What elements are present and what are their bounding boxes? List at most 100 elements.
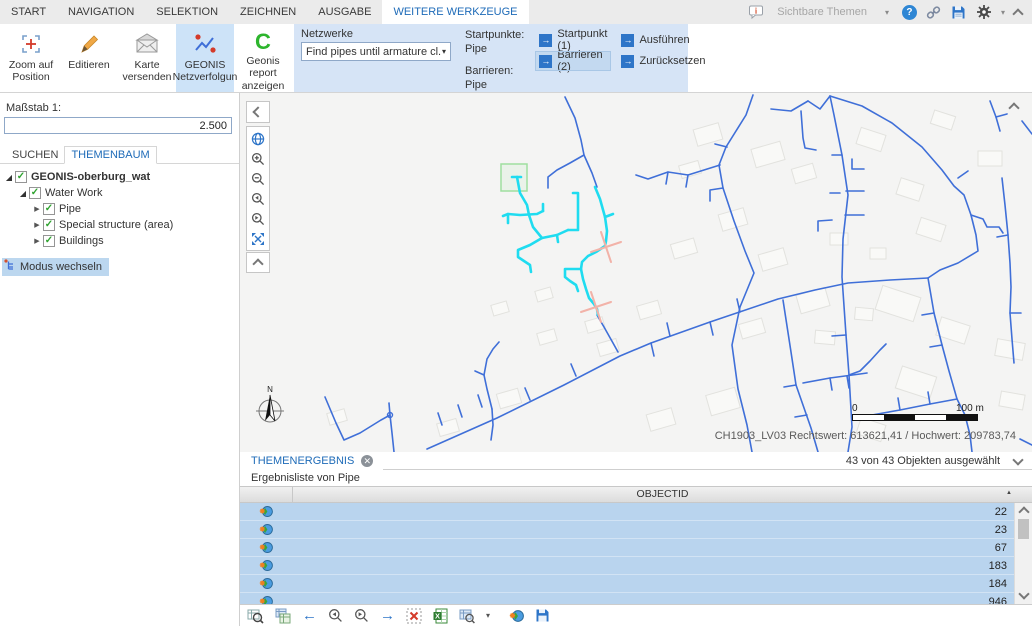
barrieren-value: Pipe xyxy=(465,78,524,92)
checkbox-checked-icon[interactable]: ✓ xyxy=(43,235,55,247)
flash-selection-icon[interactable] xyxy=(509,607,524,625)
checkbox-checked-icon[interactable]: ✓ xyxy=(43,203,55,215)
editieren-button[interactable]: Editieren xyxy=(60,24,118,92)
tree-item-water-work[interactable]: ◢ ✓ Water Work xyxy=(0,185,239,201)
expander-closed-icon[interactable]: ▶ xyxy=(32,221,42,229)
tab-selektion[interactable]: SELEKTION xyxy=(145,0,229,24)
zoom-next-icon[interactable] xyxy=(354,607,369,625)
table-row[interactable]: 67 xyxy=(240,539,1015,557)
table-search-dropdown-icon[interactable]: ▾ xyxy=(486,611,490,620)
expander-closed-icon[interactable]: ▶ xyxy=(32,237,42,245)
expander-open-icon[interactable]: ◢ xyxy=(18,189,28,198)
zoom-previous-icon[interactable] xyxy=(328,607,343,625)
collapse-ribbon-icon[interactable] xyxy=(1012,8,1023,19)
table-search-icon[interactable] xyxy=(459,607,475,625)
themenergebnis-panel: THEMENERGEBNIS ✕ 43 von 43 Objekten ausg… xyxy=(240,452,1032,604)
svg-text:N: N xyxy=(267,385,273,394)
previous-arrow-icon[interactable]: ← xyxy=(302,607,317,625)
zuruecksetzen-button[interactable]: → Zurücksetzen xyxy=(618,52,708,70)
mode-switch-icon xyxy=(4,259,16,274)
save-icon[interactable] xyxy=(951,4,967,20)
find-in-table-icon[interactable] xyxy=(247,607,264,625)
expand-panel-icon[interactable] xyxy=(1012,454,1023,465)
flash-globe-icon xyxy=(240,541,292,554)
scroll-down-icon[interactable] xyxy=(1018,588,1029,599)
tab-themenergebnis[interactable]: THEMENERGEBNIS ✕ xyxy=(240,452,383,470)
tab-navigation[interactable]: NAVIGATION xyxy=(57,0,145,24)
tab-weitere-werkzeuge[interactable]: WEITERE WERKZEUGE xyxy=(382,0,528,24)
scale-bar: 0 100 m xyxy=(852,403,1022,421)
help-icon[interactable]: ? xyxy=(902,5,917,20)
tab-zeichnen[interactable]: ZEICHNEN xyxy=(229,0,307,24)
objectid-value: 183 xyxy=(292,560,1015,572)
settings-dropdown-icon[interactable]: ▾ xyxy=(1001,8,1005,17)
collapse-sidebar-button[interactable] xyxy=(246,101,270,123)
scale-input[interactable] xyxy=(4,117,232,134)
karte-versenden-button[interactable]: Karte versenden xyxy=(118,24,176,92)
icon-column-header[interactable] xyxy=(240,487,293,502)
theme-sidebar: Maßstab 1: SUCHEN THEMENBAUM ◢ ✓ GEONIS-… xyxy=(0,93,240,626)
ausfuehren-button[interactable]: → Ausführen xyxy=(618,31,708,49)
expander-closed-icon[interactable]: ▶ xyxy=(32,205,42,213)
save-result-icon[interactable] xyxy=(535,607,550,625)
copy-table-icon[interactable] xyxy=(275,607,291,625)
scale-bar-segments xyxy=(852,414,978,421)
table-row[interactable]: 22 xyxy=(240,503,1015,521)
zoom-out-icon[interactable] xyxy=(249,170,267,187)
zoom-previous-icon[interactable] xyxy=(249,190,267,207)
objectid-column-header[interactable]: OBJECTID xyxy=(293,487,1032,502)
table-row[interactable]: 23 xyxy=(240,521,1015,539)
close-icon[interactable]: ✕ xyxy=(361,455,373,467)
network-select-dropdown[interactable]: Find pipes until armature cl... ▾ xyxy=(301,42,451,61)
crosshair-icon xyxy=(19,29,43,59)
network-select-value: Find pipes until armature cl... xyxy=(306,46,442,58)
checkbox-checked-icon[interactable]: ✓ xyxy=(29,187,41,199)
pipe-network-layer xyxy=(240,93,1032,452)
table-row[interactable]: 946 xyxy=(240,593,1015,604)
zoom-in-icon[interactable] xyxy=(249,150,267,167)
scrollbar-thumb[interactable] xyxy=(1018,519,1029,539)
arrow-right-icon: → xyxy=(539,34,552,47)
geonis-netzverfolgung-button[interactable]: GEONIS Netzverfolgun xyxy=(176,24,234,92)
theme-tree: ◢ ✓ GEONIS-oberburg_wat ◢ ✓ Water Work ▶… xyxy=(0,164,239,249)
table-row[interactable]: 184 xyxy=(240,575,1015,593)
settings-gear-icon[interactable] xyxy=(976,4,992,20)
scroll-up-icon[interactable] xyxy=(1018,506,1029,517)
collapse-panel-icon[interactable] xyxy=(1010,101,1018,115)
modus-wechseln-button[interactable]: Modus wechseln xyxy=(2,258,109,276)
tree-item-pipe[interactable]: ▶ ✓ Pipe xyxy=(0,201,239,217)
selection-summary: 43 von 43 Objekten ausgewählt xyxy=(846,455,1000,467)
map-view[interactable]: N 0 100 m CH1903_LV03 Rechtswert: 613621… xyxy=(240,93,1032,452)
tab-suchen[interactable]: SUCHEN xyxy=(6,147,64,163)
network-trace-icon xyxy=(192,29,218,59)
full-extent-icon[interactable] xyxy=(249,230,267,247)
visible-themes-dropdown[interactable]: Sichtbare Themen ▾ xyxy=(773,4,893,20)
tab-start[interactable]: START xyxy=(0,0,57,24)
table-scrollbar[interactable] xyxy=(1014,503,1032,604)
overview-globe-icon[interactable] xyxy=(249,130,267,147)
north-arrow: N xyxy=(252,383,288,431)
clear-selection-icon[interactable] xyxy=(406,607,422,625)
table-row[interactable]: 183 xyxy=(240,557,1015,575)
barrieren-button[interactable]: → Barrieren (2) xyxy=(536,52,610,70)
next-arrow-icon[interactable]: → xyxy=(380,607,395,625)
sort-ascending-icon[interactable]: ▲ xyxy=(1006,490,1012,496)
tree-item-root[interactable]: ◢ ✓ GEONIS-oberburg_wat xyxy=(0,169,239,185)
geonis-report-button[interactable]: C Geonis report anzeigen xyxy=(234,24,292,92)
export-excel-icon[interactable]: X xyxy=(433,607,448,625)
toolbar-collapse-button[interactable] xyxy=(246,252,270,273)
tab-ausgabe[interactable]: AUSGABE xyxy=(307,0,382,24)
map-zoom-toolbar xyxy=(246,126,270,251)
comment-icon[interactable]: i xyxy=(748,4,764,20)
link-icon[interactable] xyxy=(926,4,942,20)
startpunkt-button[interactable]: → Startpunkt (1) xyxy=(536,31,610,49)
zoom-next-icon[interactable] xyxy=(249,210,267,227)
tree-item-special-structure[interactable]: ▶ ✓ Special structure (area) xyxy=(0,217,239,233)
tree-item-buildings[interactable]: ▶ ✓ Buildings xyxy=(0,233,239,249)
expander-open-icon[interactable]: ◢ xyxy=(4,173,14,182)
checkbox-checked-icon[interactable]: ✓ xyxy=(15,171,27,183)
checkbox-checked-icon[interactable]: ✓ xyxy=(43,219,55,231)
button-label: Geonis report anzeigen xyxy=(234,55,292,92)
tab-themenbaum[interactable]: THEMENBAUM xyxy=(64,146,156,164)
zoom-auf-position-button[interactable]: Zoom auf Position xyxy=(2,24,60,92)
